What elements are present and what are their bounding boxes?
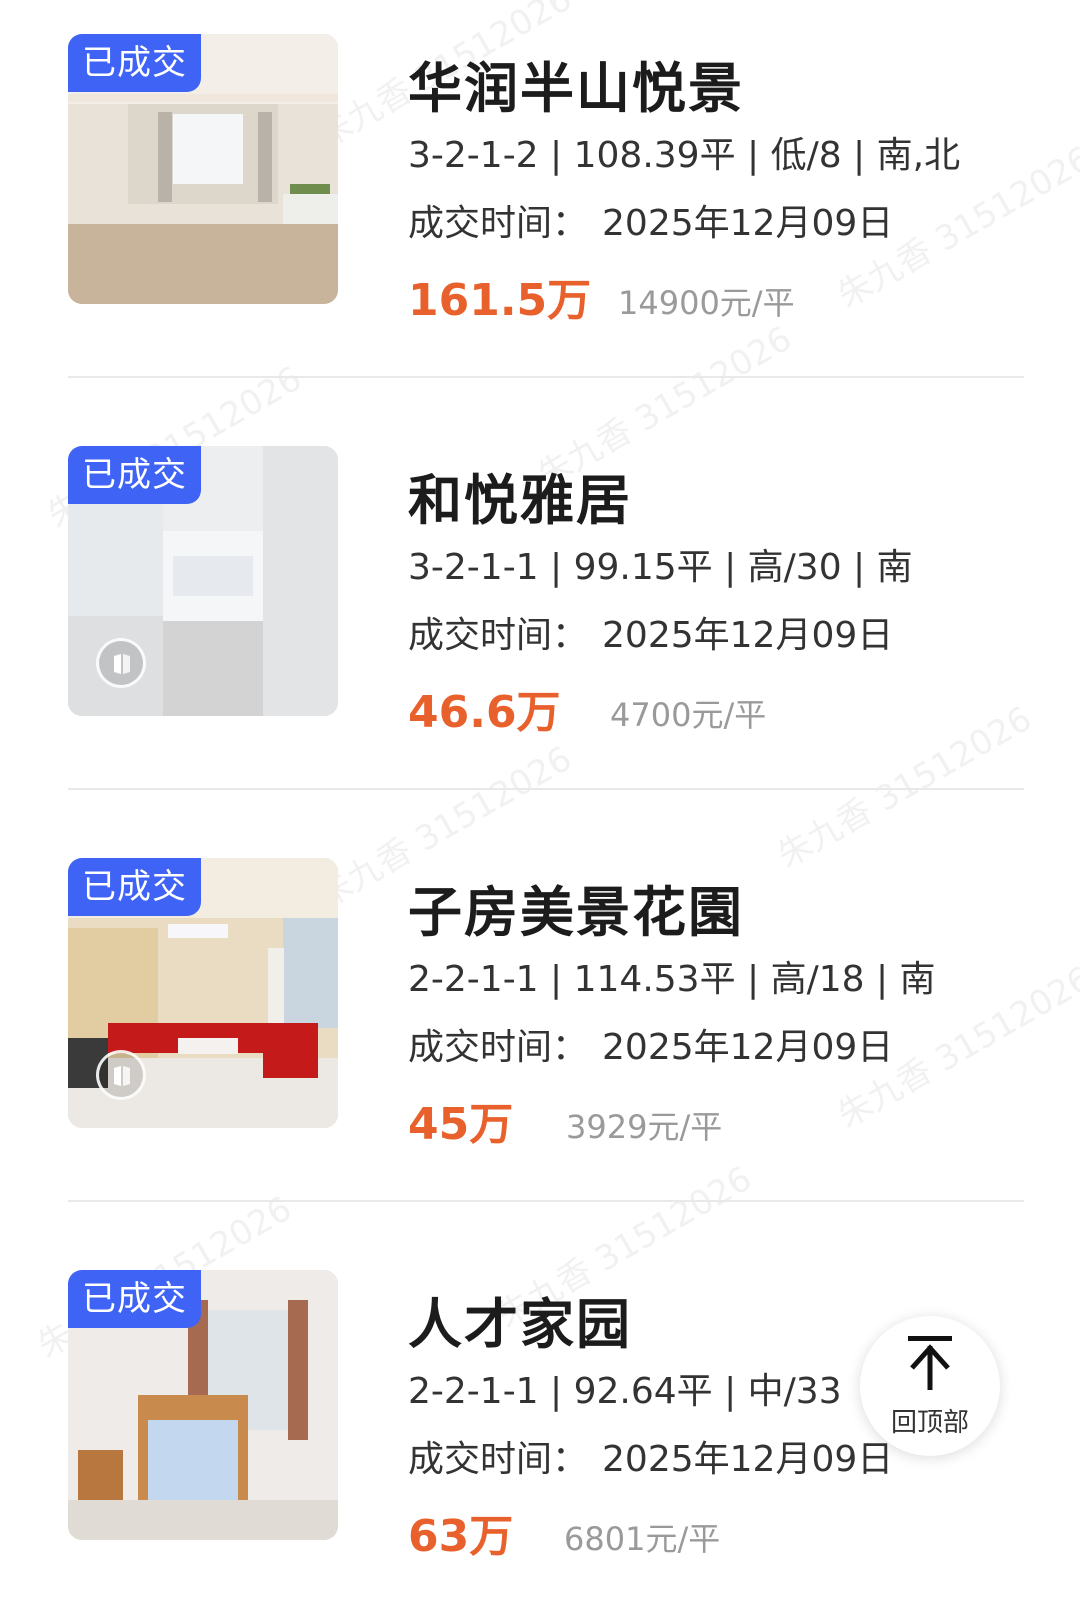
unit-price: 14900元/平 [618, 284, 795, 322]
total-price: 46.6万 [408, 687, 561, 738]
listing-spec: 2-2-1-1 | 92.64平 | 中/33 [408, 1371, 842, 1412]
listing-title[interactable]: 和悦雅居 [408, 456, 632, 535]
unit-price: 3929元/平 [566, 1108, 723, 1146]
deal-time-value: 2025年12月09日 [602, 1027, 894, 1068]
unit-price: 4700元/平 [610, 696, 767, 734]
listing-card[interactable]: 已成交 子房美景花園 2-2-1-1 | 114.53平 | 高/18 | 南 … [0, 824, 1080, 1154]
deal-time-value: 2025年12月09日 [602, 615, 894, 656]
sold-listing-list: 朱九香 31512026 朱九香 31512026 朱九香 31512026 朱… [0, 0, 1080, 1603]
listing-spec: 3-2-1-1 | 99.15平 | 高/30 | 南 [408, 547, 913, 588]
total-price: 161.5万 [408, 275, 592, 326]
listing-spec: 2-2-1-1 | 114.53平 | 高/18 | 南 [408, 959, 936, 1000]
deal-time-label: 成交时间： [408, 1027, 589, 1068]
back-to-top-label: 回顶部 [890, 1408, 969, 1438]
listing-photo: 已成交 [68, 446, 338, 716]
deal-time-label: 成交时间： [408, 1439, 589, 1480]
deal-time: 成交时间： 2025年12月09日 [408, 1430, 893, 1482]
arrow-up-to-top-icon [908, 1336, 952, 1390]
divider [68, 788, 1024, 790]
deal-time: 成交时间： 2025年12月09日 [408, 194, 893, 246]
unit-price: 6801元/平 [564, 1520, 721, 1558]
vr-view-icon[interactable] [96, 1050, 146, 1100]
deal-time-label: 成交时间： [408, 203, 589, 244]
listing-title[interactable]: 华润半山悦景 [408, 44, 744, 123]
total-price: 45万 [408, 1099, 514, 1150]
sold-badge: 已成交 [68, 1270, 201, 1328]
deal-time-value: 2025年12月09日 [602, 1439, 894, 1480]
divider [68, 376, 1024, 378]
total-price: 63万 [408, 1511, 514, 1562]
vr-view-icon[interactable] [96, 638, 146, 688]
listing-spec: 3-2-1-2 | 108.39平 | 低/8 | 南,北 [408, 135, 961, 176]
deal-time-label: 成交时间： [408, 615, 589, 656]
listing-title[interactable]: 人才家园 [408, 1280, 632, 1359]
sold-badge: 已成交 [68, 858, 201, 916]
vr-glyph-icon [114, 1066, 130, 1086]
sold-badge: 已成交 [68, 446, 201, 504]
sold-badge: 已成交 [68, 34, 201, 92]
deal-time: 成交时间： 2025年12月09日 [408, 1018, 893, 1070]
listing-photo: 已成交 [68, 1270, 338, 1540]
listing-title[interactable]: 子房美景花園 [408, 868, 744, 947]
listing-card[interactable]: 已成交 华润半山悦景 3-2-1-2 | 108.39平 | 低/8 | 南,北… [0, 0, 1080, 330]
listing-photo: 已成交 [68, 34, 338, 304]
divider [68, 1200, 1024, 1202]
back-to-top-button[interactable]: 回顶部 [860, 1316, 1000, 1456]
deal-time: 成交时间： 2025年12月09日 [408, 606, 893, 658]
listing-photo: 已成交 [68, 858, 338, 1128]
vr-glyph-icon [114, 654, 130, 674]
listing-card[interactable]: 已成交 和悦雅居 3-2-1-1 | 99.15平 | 高/30 | 南 成交时… [0, 412, 1080, 742]
deal-time-value: 2025年12月09日 [602, 203, 894, 244]
